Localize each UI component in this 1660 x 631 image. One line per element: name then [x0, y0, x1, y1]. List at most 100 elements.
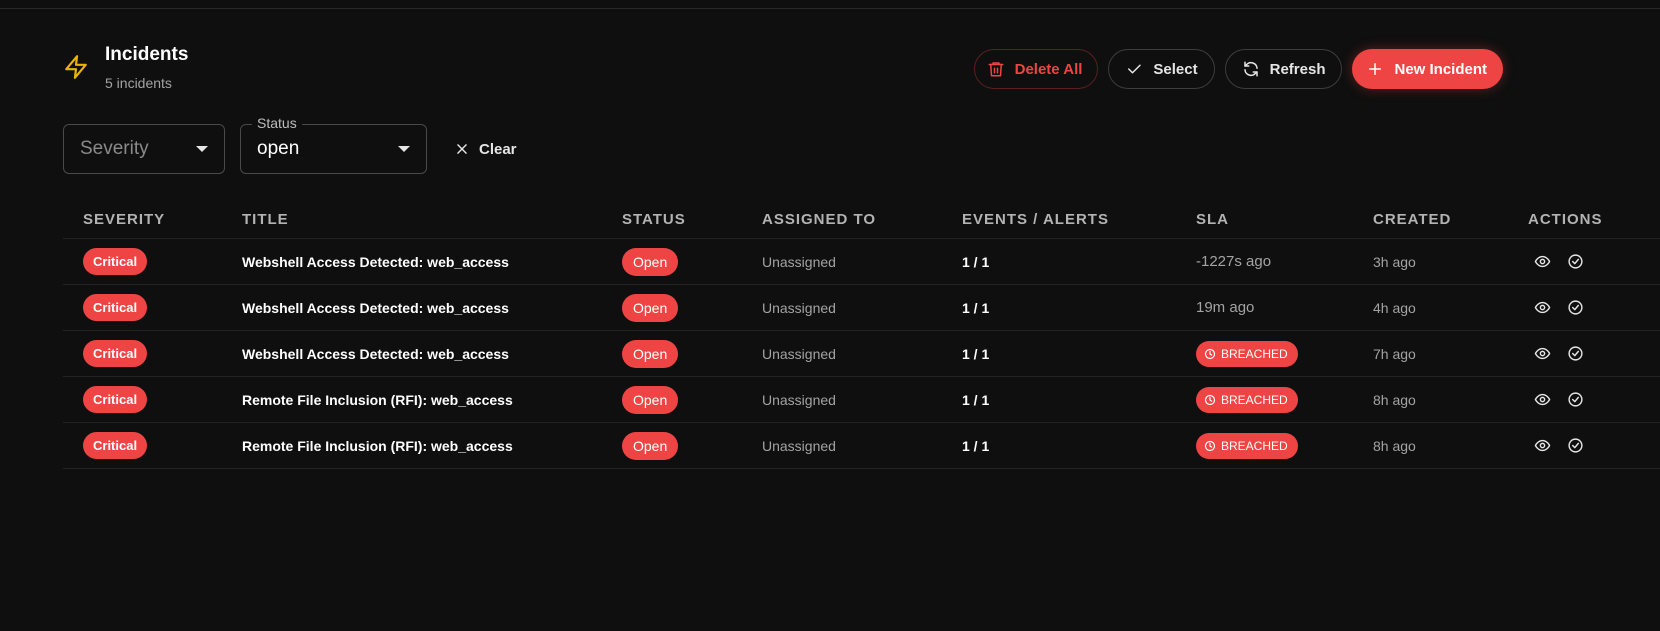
actions-cell — [1508, 330, 1660, 377]
col-header-created[interactable]: Created — [1353, 200, 1508, 239]
sla-breached-badge: BREACHED — [1196, 340, 1298, 367]
header-text: Incidents 5 incidents — [105, 44, 188, 91]
col-header-status[interactable]: Status — [602, 200, 742, 239]
severity-select[interactable]: Severity — [63, 124, 225, 174]
events-alerts-count: 1 / 1 — [942, 238, 1176, 285]
incidents-table: Severity Title Status Assigned To Events… — [63, 200, 1660, 469]
status-field-label: Status — [252, 115, 302, 131]
sla-cell: BREACHED — [1176, 422, 1353, 469]
view-eye-icon[interactable] — [1534, 345, 1551, 362]
severity-cell: Critical — [63, 422, 222, 469]
incident-title[interactable]: Webshell Access Detected: web_access — [222, 238, 602, 285]
status-value: open — [257, 138, 300, 159]
top-divider — [0, 8, 1660, 9]
severity-placeholder: Severity — [80, 138, 149, 159]
status-badge: Open — [622, 247, 679, 276]
page-title: Incidents — [105, 44, 189, 65]
new-incident-button[interactable]: New Incident — [1352, 49, 1503, 89]
delete-all-label: Delete All — [1014, 60, 1083, 78]
table-row[interactable]: Critical Webshell Access Detected: web_ac… — [63, 238, 1660, 285]
events-alerts-count: 1 / 1 — [942, 422, 1176, 469]
severity-badge: Critical — [83, 340, 148, 367]
caret-down-icon — [398, 146, 410, 152]
created-time: 4h ago — [1353, 284, 1508, 331]
incident-title[interactable]: Remote File Inclusion (RFI): web_access — [222, 422, 602, 469]
select-button[interactable]: Select — [1108, 49, 1215, 89]
resolve-check-circle-icon[interactable] — [1567, 391, 1584, 408]
table-row[interactable]: Critical Webshell Access Detected: web_ac… — [63, 330, 1660, 377]
sla-text: -1227s ago — [1196, 253, 1272, 270]
clear-filters-button[interactable]: Clear — [455, 141, 517, 158]
assigned-to: Unassigned — [742, 376, 942, 423]
col-header-actions: Actions — [1508, 200, 1660, 239]
table-row[interactable]: Critical Remote File Inclusion (RFI): web… — [63, 376, 1660, 423]
status-badge: Open — [622, 431, 679, 460]
lightning-icon — [65, 55, 87, 79]
view-eye-icon[interactable] — [1534, 253, 1551, 270]
refresh-icon — [1243, 61, 1258, 77]
col-header-sla[interactable]: SLA — [1176, 200, 1353, 239]
refresh-label: Refresh — [1269, 60, 1326, 78]
clock-icon — [1204, 394, 1216, 405]
created-time: 3h ago — [1353, 238, 1508, 285]
refresh-button[interactable]: Refresh — [1224, 49, 1343, 89]
sla-cell: BREACHED — [1176, 330, 1353, 377]
sla-text: BREACHED — [1221, 438, 1288, 453]
events-alerts-count: 1 / 1 — [942, 376, 1176, 423]
filter-bar: Severity Status open Clear — [63, 115, 517, 174]
trash-icon — [988, 62, 1004, 77]
created-time: 8h ago — [1353, 422, 1508, 469]
status-cell: Open — [602, 238, 742, 285]
caret-down-icon — [196, 146, 208, 152]
severity-badge: Critical — [83, 248, 148, 275]
clock-icon — [1204, 440, 1216, 451]
created-time: 7h ago — [1353, 330, 1508, 377]
sla-breached-badge: BREACHED — [1196, 432, 1298, 459]
clear-label: Clear — [479, 140, 517, 158]
status-select[interactable]: Status open — [240, 115, 427, 174]
status-badge: Open — [622, 385, 679, 414]
actions-cell — [1508, 422, 1660, 469]
severity-cell: Critical — [63, 238, 222, 285]
col-header-events[interactable]: Events / Alerts — [942, 200, 1176, 239]
view-eye-icon[interactable] — [1534, 299, 1551, 316]
incident-title[interactable]: Remote File Inclusion (RFI): web_access — [222, 376, 602, 423]
table-row[interactable]: Critical Webshell Access Detected: web_ac… — [63, 284, 1660, 331]
table-row[interactable]: Critical Remote File Inclusion (RFI): web… — [63, 422, 1660, 469]
actions-cell — [1508, 376, 1660, 423]
close-icon — [457, 144, 467, 154]
sla-text: BREACHED — [1221, 346, 1288, 361]
col-header-assigned[interactable]: Assigned To — [742, 200, 942, 239]
check-icon — [1128, 64, 1142, 74]
sla-cell: 19m ago — [1176, 284, 1353, 331]
severity-cell: Critical — [63, 284, 222, 331]
assigned-to: Unassigned — [742, 284, 942, 331]
status-cell: Open — [602, 376, 742, 423]
resolve-check-circle-icon[interactable] — [1567, 299, 1584, 316]
delete-all-button[interactable]: Delete All — [973, 49, 1099, 89]
status-cell: Open — [602, 422, 742, 469]
actions-cell — [1508, 284, 1660, 331]
resolve-check-circle-icon[interactable] — [1567, 345, 1584, 362]
severity-cell: Critical — [63, 376, 222, 423]
col-header-title[interactable]: Title — [222, 200, 602, 239]
sla-text: 19m ago — [1196, 299, 1255, 316]
sla-text: BREACHED — [1221, 392, 1288, 407]
incident-title[interactable]: Webshell Access Detected: web_access — [222, 330, 602, 377]
resolve-check-circle-icon[interactable] — [1567, 437, 1584, 454]
resolve-check-circle-icon[interactable] — [1567, 253, 1584, 270]
incident-title[interactable]: Webshell Access Detected: web_access — [222, 284, 602, 331]
new-incident-label: New Incident — [1394, 60, 1487, 78]
events-alerts-count: 1 / 1 — [942, 284, 1176, 331]
clock-icon — [1204, 348, 1216, 359]
view-eye-icon[interactable] — [1534, 437, 1551, 454]
sla-breached-badge: BREACHED — [1196, 386, 1298, 413]
assigned-to: Unassigned — [742, 422, 942, 469]
severity-cell: Critical — [63, 330, 222, 377]
assigned-to: Unassigned — [742, 238, 942, 285]
table-header-row: Severity Title Status Assigned To Events… — [63, 200, 1660, 239]
severity-badge: Critical — [83, 294, 148, 321]
select-label: Select — [1153, 60, 1198, 78]
col-header-severity[interactable]: Severity — [63, 200, 222, 239]
view-eye-icon[interactable] — [1534, 391, 1551, 408]
